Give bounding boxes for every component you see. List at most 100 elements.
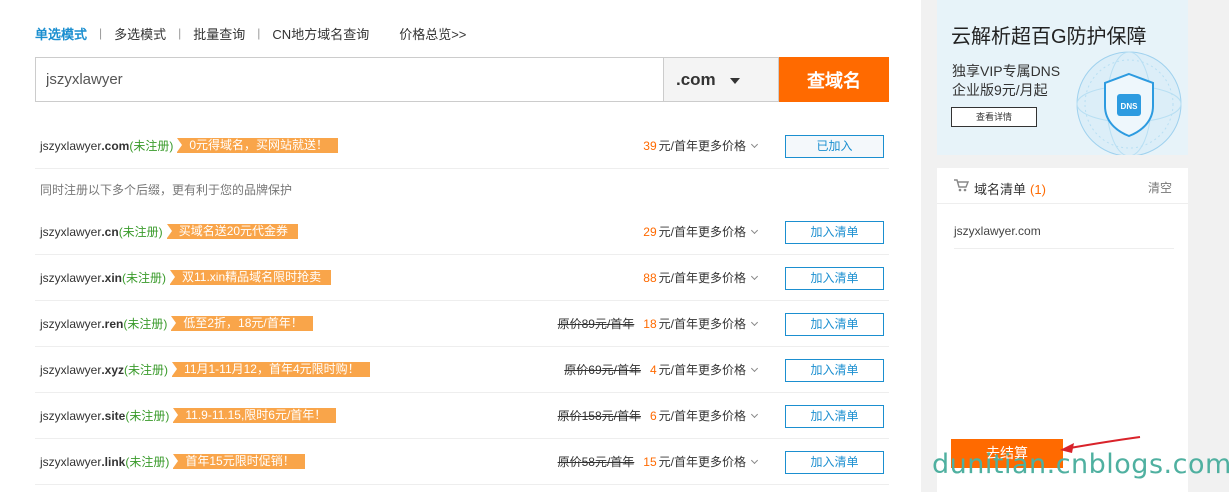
- promo-tag: 首年15元限时促销！: [173, 454, 305, 469]
- added-button[interactable]: 已加入: [785, 135, 884, 158]
- price-info: 39 元/首年 更多价格: [643, 123, 759, 168]
- price-info: 原价69元/首年 4 元/首年 更多价格: [564, 347, 759, 392]
- price-amount: 29: [643, 224, 657, 239]
- price-unit: 元/首年: [658, 225, 698, 239]
- register-status: (未注册): [123, 317, 168, 331]
- domain-name: jszyxlawyer .xin (未注册) 双11.xin精品域名限时抢卖: [40, 255, 332, 300]
- cart-count: (1): [1030, 182, 1046, 197]
- add-to-list-button[interactable]: 加入清单: [785, 451, 884, 474]
- banner-line-1: 独享VIP专属DNS: [952, 63, 1061, 79]
- more-prices-link[interactable]: 更多价格: [698, 269, 746, 286]
- add-to-list-button[interactable]: 加入清单: [785, 359, 884, 382]
- price-info: 29 元/首年 更多价格: [643, 209, 759, 254]
- result-row: jszyxlawyer .xyz (未注册) 11月1-11月12，首年4元限时购！…: [35, 347, 889, 393]
- add-to-list-button[interactable]: 加入清单: [785, 267, 884, 290]
- domain-search-bar: .com 查域名: [35, 57, 889, 102]
- original-price: 原价69元/首年: [564, 363, 641, 377]
- result-row: jszyxlawyer .cn (未注册) 买域名送20元代金券 29 元/首年 更…: [35, 209, 889, 255]
- price-unit: 元/首年: [658, 409, 698, 423]
- banner-title: 云解析超百G防护保障: [951, 26, 1147, 48]
- price-info: 原价158元/首年 6 元/首年 更多价格: [557, 393, 759, 438]
- more-prices-link[interactable]: 更多价格: [698, 315, 746, 332]
- price-info: 原价58元/首年 15 元/首年 更多价格: [557, 439, 759, 484]
- result-row: jszyxlawyer .ren (未注册) 低至2折，18元/首年！ 原价89元/…: [35, 301, 889, 347]
- price-amount: 15: [643, 454, 657, 469]
- promo-tag: 买域名送20元代金券: [166, 224, 299, 239]
- more-prices-link[interactable]: 更多价格: [698, 223, 746, 240]
- more-prices-link[interactable]: 更多价格: [698, 361, 746, 378]
- domain-name: jszyxlawyer .link (未注册) 首年15元限时促销！: [40, 439, 305, 484]
- register-status: (未注册): [129, 139, 174, 153]
- more-prices-link[interactable]: 更多价格: [698, 137, 746, 154]
- chevron-down-icon: [750, 410, 759, 418]
- watermark-text: dunitian.cnblogs.com: [932, 449, 1229, 480]
- suffix-selected-value: .com: [676, 69, 716, 89]
- main-panel: 单选模式 | 多选模式 | 批量查询 | CN地方域名查询 价格总览>> .co…: [0, 0, 921, 492]
- domain-name: jszyxlawyer .cn (未注册) 买域名送20元代金券: [40, 209, 299, 254]
- domain-name: jszyxlawyer .ren (未注册) 低至2折，18元/首年！: [40, 301, 313, 346]
- clear-cart-button[interactable]: 清空: [1148, 179, 1172, 196]
- dns-promo-banner[interactable]: 云解析超百G防护保障 独享VIP专属DNS 企业版9元/月起 查看详情 DNS: [937, 0, 1188, 155]
- mode-tabs: 单选模式 | 多选模式 | 批量查询 | CN地方域名查询 价格总览>>: [35, 24, 466, 43]
- shopping-cart-icon: [954, 179, 969, 192]
- price-amount: 39: [643, 138, 657, 153]
- domain-name: jszyxlawyer .com (未注册) 0元得域名，买网站就送！: [40, 123, 339, 168]
- shield-label: DNS: [1121, 102, 1139, 111]
- dns-shield-globe-icon: DNS: [1076, 51, 1182, 155]
- promo-tag: 双11.xin精品域名限时抢卖: [170, 270, 332, 285]
- price-unit: 元/首年: [658, 317, 698, 331]
- price-info: 原价89元/首年 18 元/首年 更多价格: [557, 301, 759, 346]
- register-status: (未注册): [122, 271, 167, 285]
- suffix-dropdown[interactable]: .com: [663, 57, 779, 102]
- promo-tag: 11.9-11.15,限时6元/首年！: [173, 408, 337, 423]
- domain-search-input[interactable]: [35, 57, 663, 102]
- price-amount: 18: [643, 316, 657, 331]
- domain-name: jszyxlawyer .site (未注册) 11.9-11.15,限时6元/首年…: [40, 393, 337, 438]
- page: 单选模式 | 多选模式 | 批量查询 | CN地方域名查询 价格总览>> .co…: [0, 0, 1229, 492]
- tab-divider: |: [178, 26, 182, 40]
- tab-multi-mode[interactable]: 多选模式: [114, 24, 166, 43]
- register-status: (未注册): [124, 363, 169, 377]
- price-unit: 元/首年: [658, 363, 698, 377]
- price-unit: 元/首年: [658, 139, 698, 153]
- price-amount: 4: [649, 362, 657, 377]
- chevron-down-icon: [750, 364, 759, 372]
- promo-tag: 低至2折，18元/首年！: [171, 316, 313, 331]
- tab-divider: |: [99, 26, 103, 40]
- original-price: 原价158元/首年: [557, 409, 641, 423]
- price-overview-link[interactable]: 价格总览>>: [399, 24, 466, 43]
- original-price: 原价58元/首年: [557, 455, 635, 469]
- price-unit: 元/首年: [658, 271, 698, 285]
- cart-item: jszyxlawyer.com: [954, 215, 1174, 249]
- register-status: (未注册): [125, 455, 170, 469]
- banner-line-2: 企业版9元/月起: [952, 82, 1048, 98]
- tab-batch-query[interactable]: 批量查询: [193, 24, 245, 43]
- register-status: (未注册): [118, 225, 163, 239]
- add-to-list-button[interactable]: 加入清单: [785, 405, 884, 428]
- primary-result-row: jszyxlawyer .com (未注册) 0元得域名，买网站就送！ 39 元/首…: [35, 123, 889, 169]
- domain-name: jszyxlawyer .xyz (未注册) 11月1-11月12，首年4元限时购！: [40, 347, 370, 392]
- cart-header: 域名清单 (1) 清空: [937, 168, 1188, 204]
- chevron-down-icon: [750, 318, 759, 326]
- result-row: jszyxlawyer .link (未注册) 首年15元限时促销！ 原价58元/首…: [35, 439, 889, 485]
- promo-tag: 11月1-11月12，首年4元限时购！: [172, 362, 370, 377]
- original-price: 原价89元/首年: [557, 317, 635, 331]
- tab-single-mode[interactable]: 单选模式: [35, 24, 87, 43]
- tab-cn-local-domain[interactable]: CN地方域名查询: [272, 24, 369, 43]
- cart-title: 域名清单 (1): [974, 182, 1046, 197]
- more-prices-link[interactable]: 更多价格: [698, 453, 746, 470]
- promo-tag: 0元得域名，买网站就送！: [177, 138, 339, 153]
- add-to-list-button[interactable]: 加入清单: [785, 221, 884, 244]
- related-suffix-note: 同时注册以下多个后缀，更有利于您的品牌保护: [40, 183, 293, 197]
- more-prices-link[interactable]: 更多价格: [698, 407, 746, 424]
- result-row: jszyxlawyer .xin (未注册) 双11.xin精品域名限时抢卖 88 …: [35, 255, 889, 301]
- chevron-down-icon: [750, 140, 759, 148]
- banner-details-button[interactable]: 查看详情: [951, 107, 1037, 127]
- chevron-down-icon: [750, 226, 759, 234]
- add-to-list-button[interactable]: 加入清单: [785, 313, 884, 336]
- tab-divider: |: [257, 26, 261, 40]
- search-domain-button[interactable]: 查域名: [779, 57, 889, 102]
- caret-down-icon: [729, 77, 740, 84]
- register-status: (未注册): [125, 409, 170, 423]
- chevron-down-icon: [750, 272, 759, 280]
